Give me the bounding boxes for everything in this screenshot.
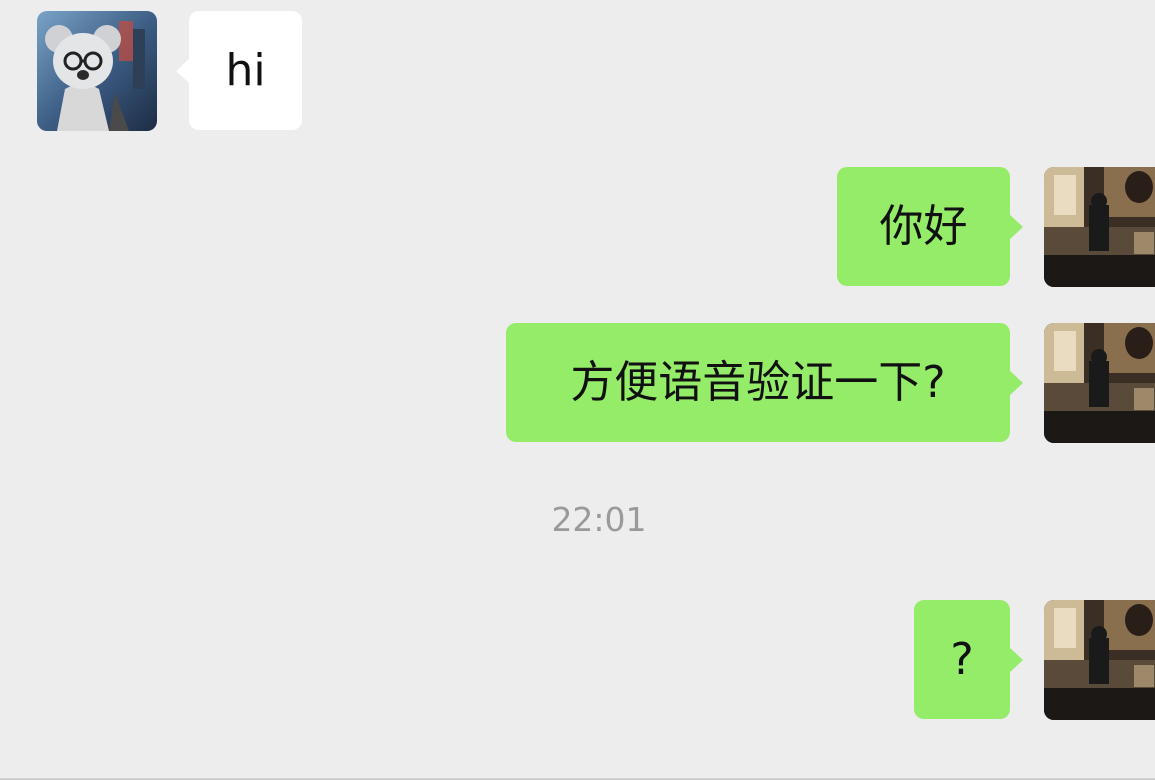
self-avatar[interactable] bbox=[1044, 167, 1155, 287]
photo-avatar-icon bbox=[1044, 600, 1155, 720]
message-text: 方便语音验证一下? bbox=[570, 356, 946, 408]
message-bubble-incoming[interactable]: hi bbox=[189, 11, 302, 130]
contact-avatar[interactable] bbox=[37, 11, 157, 131]
photo-avatar-icon bbox=[1044, 167, 1155, 287]
message-text: 你好 bbox=[879, 200, 968, 252]
message-bubble-outgoing[interactable]: 方便语音验证一下? bbox=[506, 323, 1010, 442]
message-bubble-outgoing[interactable]: ? bbox=[914, 600, 1010, 719]
message-bubble-outgoing[interactable]: 你好 bbox=[837, 167, 1010, 286]
self-avatar[interactable] bbox=[1044, 323, 1155, 443]
message-text: hi bbox=[225, 44, 266, 96]
photo-avatar-icon bbox=[1044, 323, 1155, 443]
self-avatar[interactable] bbox=[1044, 600, 1155, 720]
koala-avatar-icon bbox=[37, 11, 157, 131]
message-text: ? bbox=[950, 633, 974, 685]
chat-conversation: hi 你好 方便语音验证一下? 22:01 ? bbox=[0, 0, 1155, 780]
message-timestamp: 22:01 bbox=[551, 500, 647, 539]
